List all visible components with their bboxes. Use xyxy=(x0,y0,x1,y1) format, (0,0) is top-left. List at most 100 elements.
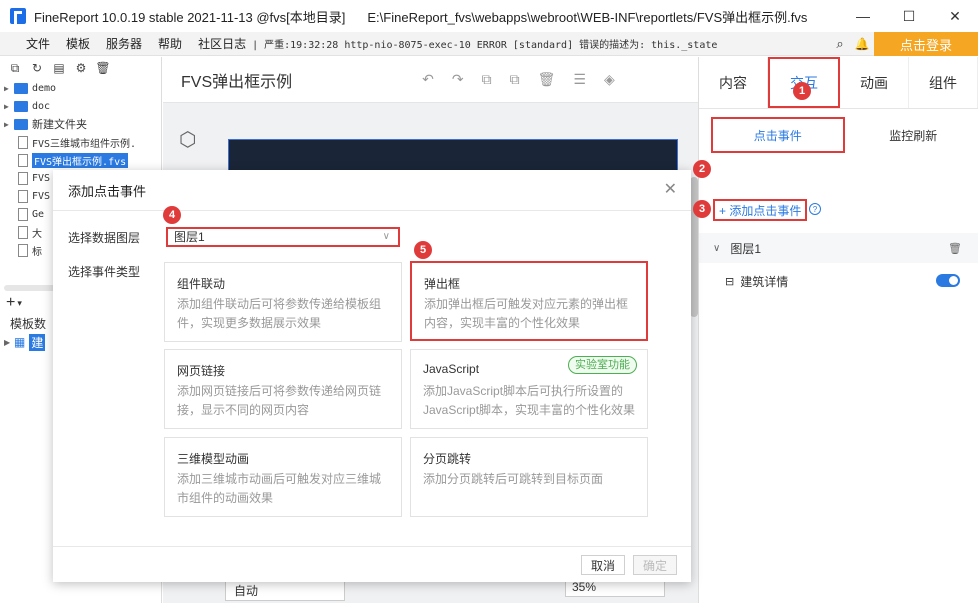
cancel-button[interactable]: 取消 xyxy=(581,555,625,575)
search-icon[interactable]: ⌕ xyxy=(832,36,848,52)
menu-help[interactable]: 帮助 xyxy=(158,35,182,52)
event-item-row[interactable]: ⊟ 建筑详情 xyxy=(699,267,978,295)
expand-arrow-icon[interactable]: ▶ xyxy=(4,338,14,347)
interaction-subtabs: 点击事件 监控刷新 xyxy=(699,117,978,153)
event-type-card-component-link[interactable]: 组件联动 添加组件联动后可将参数传递给模板组件，实现更多数据展示效果 xyxy=(164,262,402,342)
maximize-button[interactable]: ☐ xyxy=(886,0,932,32)
folder-icon xyxy=(14,118,28,130)
event-type-card-page-jump[interactable]: 分页跳转 添加分页跳转后可跳转到目标页面 xyxy=(410,437,648,517)
new-folder-icon[interactable]: ⧉ xyxy=(8,61,22,75)
tab-animation[interactable]: 动画 xyxy=(840,57,909,108)
add-click-event-dialog: 添加点击事件 ✕ 选择数据图层 选择事件类型 图层1 ∨ 组件联动 添加组件联动… xyxy=(53,170,691,582)
close-icon[interactable]: ✕ xyxy=(664,179,677,199)
app-title: FineReport 10.0.19 stable 2021-11-13 @fv… xyxy=(34,9,346,25)
menu-file[interactable]: 文件 xyxy=(26,35,50,52)
layer-group-row[interactable]: ∨ 图层1 🗑 xyxy=(699,233,978,263)
file-icon xyxy=(18,171,28,185)
menu-server[interactable]: 服务器 xyxy=(106,35,142,52)
error-log-text: | 严重:19:32:28 http-nio-8075-exec-10 ERRO… xyxy=(252,40,718,51)
step-badge-1: 1 xyxy=(793,82,811,100)
editor-toolbar: ↶ ↷ ⧉ ⧉ 🗑 ☰ ◈ xyxy=(422,71,615,88)
refresh-icon[interactable]: ↻ xyxy=(30,61,44,75)
layer-select[interactable]: 图层1 ∨ xyxy=(166,227,400,247)
tree-item[interactable]: ▶ 新建文件夹 xyxy=(0,115,161,133)
undo-icon[interactable]: ↶ xyxy=(422,71,434,88)
tab-monitor-refresh[interactable]: 监控刷新 xyxy=(849,117,978,153)
file-icon xyxy=(18,189,28,203)
add-icon[interactable]: + xyxy=(6,294,15,312)
copy-icon[interactable]: ⧉ xyxy=(482,71,492,88)
divider xyxy=(53,546,691,547)
card-title: 网页链接 xyxy=(177,364,226,378)
event-enable-toggle[interactable] xyxy=(936,274,960,287)
tab-component[interactable]: 组件 xyxy=(909,57,978,108)
menu-bar: 文件 模板 服务器 帮助 社区日志 | 严重:19:32:28 http-nio… xyxy=(0,32,978,56)
login-button[interactable]: 点击登录 xyxy=(874,32,978,56)
layer-name: 图层1 xyxy=(730,241,762,256)
redo-icon[interactable]: ↷ xyxy=(452,71,464,88)
layer-order-icon[interactable]: ◈ xyxy=(604,71,615,88)
layer-label: 选择数据图层 xyxy=(68,231,141,245)
tab-click-event[interactable]: 点击事件 xyxy=(711,117,845,153)
dialog-title: 添加点击事件 xyxy=(68,184,147,199)
card-title: JavaScript xyxy=(423,362,480,376)
minimize-button[interactable]: — xyxy=(840,0,886,32)
chevron-down-icon[interactable]: ▾ xyxy=(17,298,22,309)
step-badge-4: 4 xyxy=(163,206,181,224)
file-icon xyxy=(18,225,28,239)
tab-content[interactable]: 内容 xyxy=(699,57,768,108)
event-type-card-popup[interactable]: 弹出框 添加弹出框后可触发对应元素的弹出框内容，实现丰富的个性化效果 xyxy=(410,261,648,341)
file-icon xyxy=(18,135,28,149)
card-title: 弹出框 xyxy=(424,277,461,291)
card-description: 添加分页跳转后可跳转到目标页面 xyxy=(423,472,604,486)
lab-feature-badge: 实验室功能 xyxy=(568,356,637,374)
step-badge-5: 5 xyxy=(414,241,432,259)
delete-icon[interactable]: 🗑 xyxy=(538,71,556,88)
cube-icon[interactable]: ⬡ xyxy=(179,127,196,152)
chevron-down-icon: ∨ xyxy=(382,231,390,242)
expand-arrow-icon[interactable]: ▶ xyxy=(4,84,14,93)
event-type-card-3d-animation[interactable]: 三维模型动画 添加三维城市动画后可触发对应三维城市组件的动画效果 xyxy=(164,437,402,517)
expand-arrow-icon[interactable]: ▶ xyxy=(4,120,14,129)
expand-arrow-icon[interactable]: ▶ xyxy=(4,102,14,111)
close-window-button[interactable]: ✕ xyxy=(932,0,978,32)
app-logo-icon xyxy=(10,8,26,24)
card-description: 添加JavaScript脚本后可执行所设置的JavaScript脚本，实现丰富的… xyxy=(423,384,636,417)
menu-community-log[interactable]: 社区日志 xyxy=(198,35,246,52)
event-type-card-web-link[interactable]: 网页链接 添加网页链接后可将参数传递给网页链接，显示不同的网页内容 xyxy=(164,349,402,429)
dataset-icon: ▦ xyxy=(14,335,26,349)
event-type-label: 选择事件类型 xyxy=(68,265,141,279)
event-type-card-javascript[interactable]: JavaScript 添加JavaScript脚本后可执行所设置的JavaScr… xyxy=(410,349,648,429)
paste-icon[interactable]: ⧉ xyxy=(510,71,520,88)
tree-toolbar: ⧉ ↻ ▤ ⚙ 🗑 xyxy=(0,57,161,79)
menu-template[interactable]: 模板 xyxy=(66,35,90,52)
divider xyxy=(53,210,691,211)
tree-item-selected[interactable]: FVS弹出框示例.fvs xyxy=(0,151,161,169)
align-icon[interactable]: ☰ xyxy=(573,71,586,88)
file-icon xyxy=(18,207,28,221)
card-description: 添加三维城市动画后可触发对应三维城市组件的动画效果 xyxy=(177,472,382,505)
settings-icon[interactable]: ⚙ xyxy=(74,61,88,75)
event-icon: ⊟ xyxy=(725,275,735,288)
file-icon xyxy=(18,243,28,257)
tree-item[interactable]: ▶ doc xyxy=(0,97,161,115)
vertical-scrollbar[interactable] xyxy=(690,177,698,317)
title-bar: FineReport 10.0.19 stable 2021-11-13 @fv… xyxy=(0,0,978,32)
step-badge-3: 3 xyxy=(693,200,711,218)
add-click-event-button[interactable]: + 添加点击事件 xyxy=(713,199,808,221)
fit-mode-select[interactable]: 自动 xyxy=(225,581,345,601)
delete-icon[interactable]: 🗑 xyxy=(95,61,110,75)
card-title: 组件联动 xyxy=(177,277,226,291)
bell-icon[interactable]: 🔔 xyxy=(854,36,870,52)
help-icon[interactable]: ? xyxy=(809,203,821,215)
step-badge-2: 2 xyxy=(693,160,711,178)
tree-item[interactable]: FVS三维城市组件示例. xyxy=(0,133,161,151)
open-icon[interactable]: ▤ xyxy=(52,61,66,75)
folder-icon xyxy=(14,82,28,94)
document-title: FVS弹出框示例 xyxy=(181,73,293,91)
trash-icon[interactable]: 🗑 xyxy=(948,242,962,255)
confirm-button[interactable]: 确定 xyxy=(633,555,677,575)
tree-item[interactable]: ▶ demo xyxy=(0,79,161,97)
chevron-down-icon[interactable]: ∨ xyxy=(713,243,720,254)
property-panel: 内容 交互 动画 组件 点击事件 监控刷新 + 添加点击事件 ? ∨ 图层1 🗑… xyxy=(698,57,978,603)
